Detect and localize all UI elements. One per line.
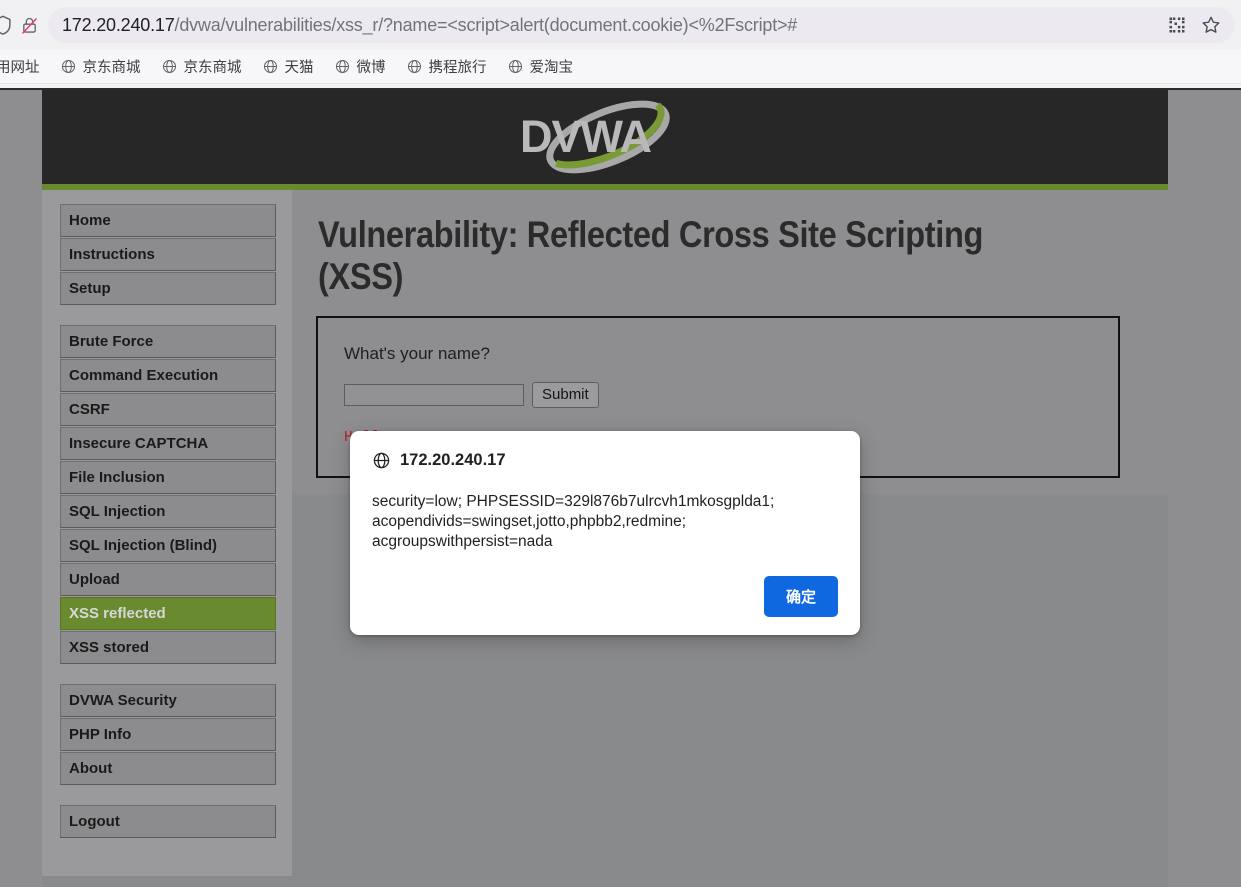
bookmark-item[interactable]: 京东商城 — [151, 53, 252, 80]
url-bar[interactable]: 172.20.240.17/dvwa/vulnerabilities/xss_r… — [48, 7, 1235, 43]
bookmark-label: 爱淘宝 — [529, 60, 574, 76]
sidebar-item-setup[interactable]: Setup — [60, 272, 276, 305]
page-title: Vulnerability: Reflected Cross Site Scri… — [318, 214, 984, 297]
sidebar-group: Brute Force Command Execution CSRF Insec… — [42, 325, 292, 664]
dvwa-logo: DVWA — [490, 98, 720, 176]
bookmark-label: 天猫 — [284, 60, 314, 76]
sidebar-item-dvwa-security[interactable]: DVWA Security — [60, 684, 276, 717]
globe-icon — [262, 58, 279, 75]
url-text[interactable]: 172.20.240.17/dvwa/vulnerabilities/xss_r… — [62, 7, 1165, 43]
globe-icon — [60, 58, 77, 75]
insecure-lock-icon[interactable] — [16, 12, 42, 38]
bookmark-item[interactable]: 微博 — [324, 53, 396, 80]
globe-icon — [372, 451, 391, 470]
bookmark-label: 微博 — [356, 60, 386, 76]
sidebar-item-command-execution[interactable]: Command Execution — [60, 359, 276, 392]
bookmark-label: 用网址 — [0, 60, 40, 76]
dialog-origin-text: 172.20.240.17 — [400, 451, 506, 469]
sidebar-nav: Home Instructions Setup Brute Force Comm… — [42, 190, 292, 876]
omnibox-actions — [1165, 13, 1229, 37]
globe-icon — [507, 58, 524, 75]
site-header: DVWA — [42, 90, 1168, 190]
bookmark-label: 京东商城 — [82, 60, 141, 76]
url-path: /dvwa/vulnerabilities/xss_r/?name=<scrip… — [174, 15, 798, 35]
sidebar-group: DVWA Security PHP Info About — [42, 684, 292, 785]
page-viewport: DVWA Home Instructions Setup Brute Force… — [0, 88, 1241, 887]
sidebar-item-xss-reflected[interactable]: XSS reflected — [60, 597, 276, 630]
submit-button[interactable]: Submit — [532, 382, 599, 408]
bookmark-item[interactable]: 用网址 — [0, 53, 50, 80]
shield-icon[interactable] — [0, 12, 16, 38]
bookmark-item[interactable]: 京东商城 — [50, 53, 151, 80]
sidebar-item-logout[interactable]: Logout — [60, 805, 276, 838]
sidebar-item-instructions[interactable]: Instructions — [60, 238, 276, 271]
sidebar-item-sql-injection-blind[interactable]: SQL Injection (Blind) — [60, 529, 276, 562]
bookmark-label: 携程旅行 — [428, 60, 487, 76]
javascript-alert-dialog: 172.20.240.17 security=low; PHPSESSID=32… — [350, 431, 860, 635]
sidebar-item-about[interactable]: About — [60, 752, 276, 785]
bookmark-item[interactable]: 天猫 — [252, 53, 324, 80]
sidebar-item-home[interactable]: Home — [60, 204, 276, 237]
sidebar-item-xss-stored[interactable]: XSS stored — [60, 631, 276, 664]
dialog-origin-row: 172.20.240.17 — [372, 451, 838, 470]
sidebar-item-sql-injection[interactable]: SQL Injection — [60, 495, 276, 528]
bookmark-item[interactable]: 爱淘宝 — [497, 53, 584, 80]
dialog-confirm-button[interactable]: 确定 — [763, 576, 838, 617]
name-form-label: What's your name? — [344, 344, 490, 363]
sidebar-item-csrf[interactable]: CSRF — [60, 393, 276, 426]
qr-code-icon[interactable] — [1165, 13, 1189, 37]
dialog-actions: 确定 — [372, 576, 838, 617]
sidebar-item-insecure-captcha[interactable]: Insecure CAPTCHA — [60, 427, 276, 460]
bookmark-item[interactable]: 携程旅行 — [396, 53, 497, 80]
name-input[interactable] — [344, 384, 524, 406]
sidebar-group: Home Instructions Setup — [42, 204, 292, 305]
sidebar-item-file-inclusion[interactable]: File Inclusion — [60, 461, 276, 494]
globe-icon — [161, 58, 178, 75]
url-host: 172.20.240.17 — [62, 15, 175, 35]
svg-text:DVWA: DVWA — [520, 111, 652, 162]
bookmarks-bar: 用网址 京东商城 京东商城 天猫 微博 携程旅行 爱淘宝 — [0, 50, 1241, 84]
star-icon[interactable] — [1199, 13, 1223, 37]
browser-chrome: 172.20.240.17/dvwa/vulnerabilities/xss_r… — [0, 0, 1241, 88]
name-form: Submit — [344, 382, 1094, 408]
sidebar-group: Logout — [42, 805, 292, 838]
sidebar-item-php-info[interactable]: PHP Info — [60, 718, 276, 751]
omnibox-row: 172.20.240.17/dvwa/vulnerabilities/xss_r… — [0, 0, 1241, 50]
bookmark-label: 京东商城 — [183, 60, 242, 76]
sidebar-item-brute-force[interactable]: Brute Force — [60, 325, 276, 358]
dialog-message: security=low; PHPSESSID=329l876b7ulrcvh1… — [372, 493, 775, 550]
sidebar-item-upload[interactable]: Upload — [60, 563, 276, 596]
globe-icon — [406, 58, 423, 75]
globe-icon — [334, 58, 351, 75]
